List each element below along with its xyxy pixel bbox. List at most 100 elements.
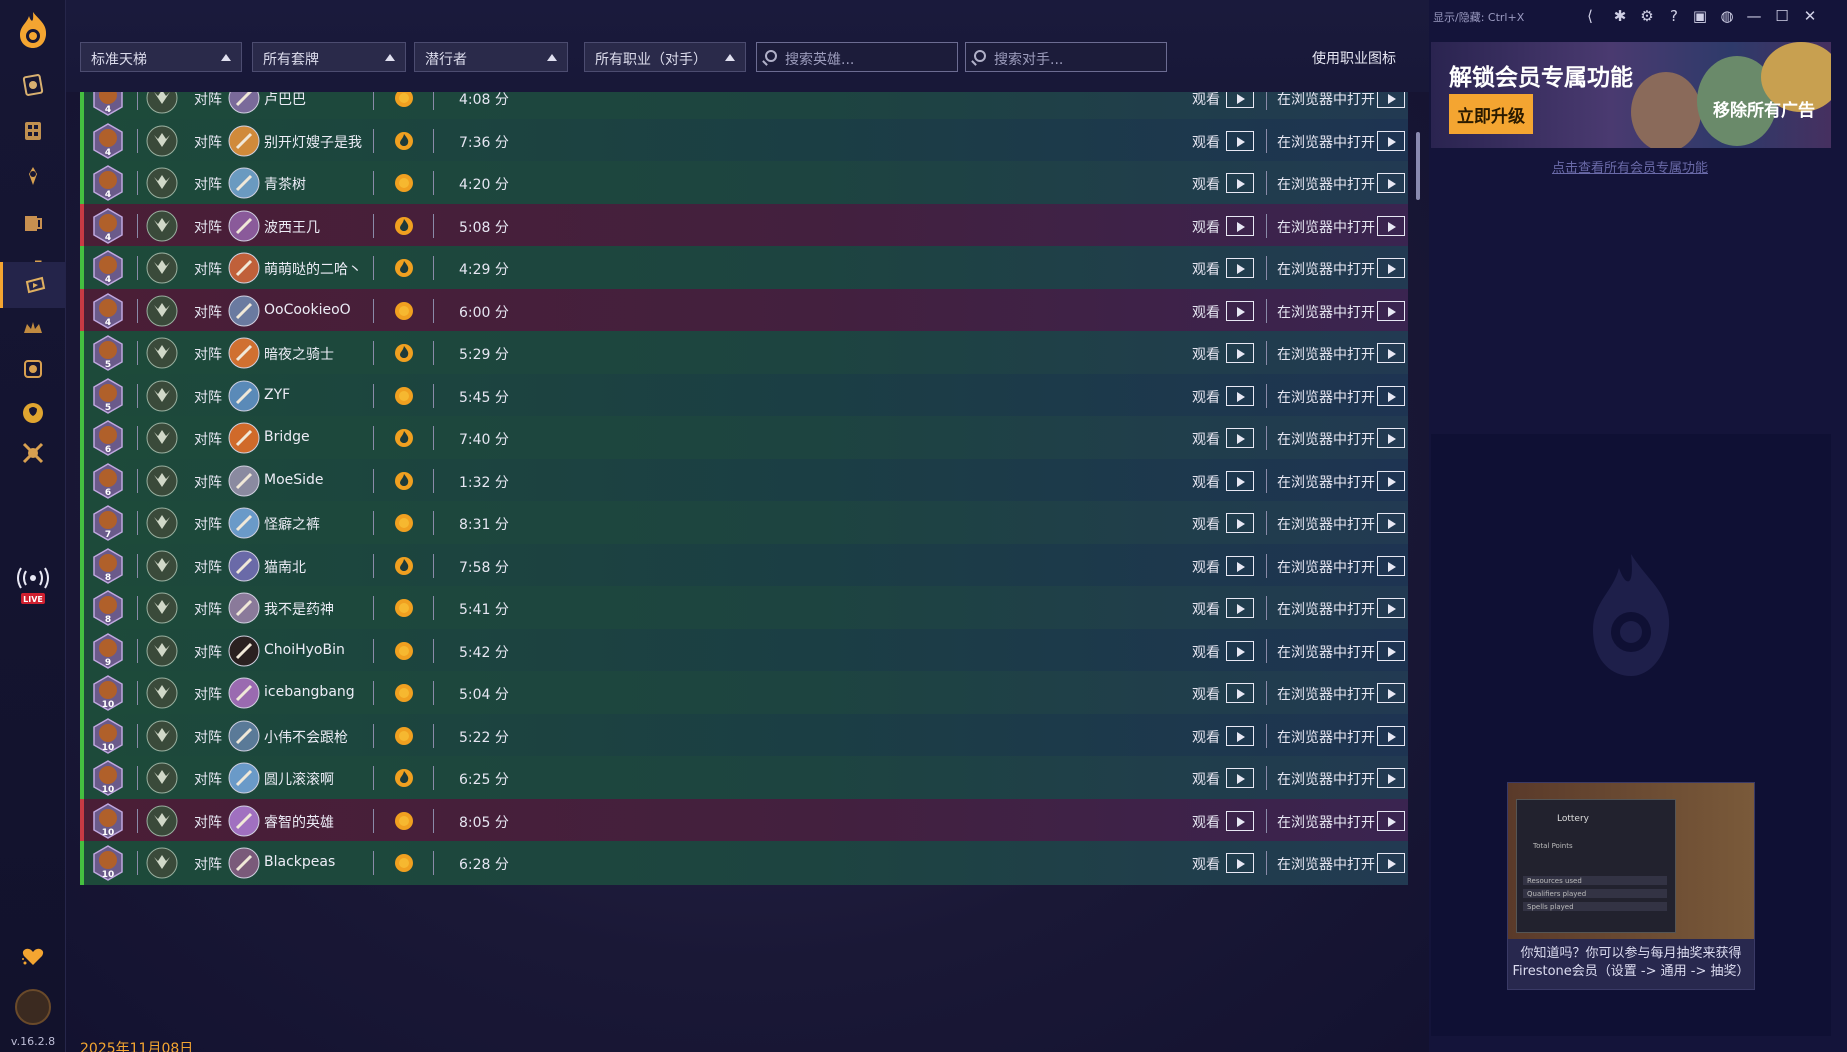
replay-row[interactable]: 4 对阵 卢巴巴 4:08 分 观看 在浏览器中打开 (80, 92, 1408, 120)
separator (373, 681, 374, 705)
replay-row[interactable]: 4 对阵 萌萌哒的二哈丶 4:29 分 观看 在浏览器中打开 (80, 246, 1408, 290)
nav-arena[interactable] (0, 200, 66, 246)
replay-row[interactable]: 8 对阵 我不是药神 5:41 分 观看 在浏览器中打开 (80, 586, 1408, 630)
replay-row[interactable]: 4 对阵 别开灯嫂子是我 7:36 分 观看 在浏览器中打开 (80, 118, 1408, 163)
open-in-browser-button[interactable] (1377, 810, 1405, 831)
open-in-browser-button[interactable] (1377, 555, 1405, 576)
went-second-icon (395, 344, 413, 362)
premium-features-link[interactable]: 点击查看所有会员专属功能 (1429, 157, 1831, 176)
open-in-browser-button[interactable] (1377, 385, 1405, 406)
live-icon[interactable]: LIVE (14, 566, 52, 606)
replay-row[interactable]: 4 对阵 波西王几 5:08 分 观看 在浏览器中打开 (80, 203, 1408, 248)
replay-row[interactable]: 10 对阵 圆儿滚滚啊 6:25 分 观看 在浏览器中打开 (80, 756, 1408, 800)
separator (433, 596, 434, 620)
open-in-browser-button[interactable] (1377, 215, 1405, 236)
watch-button[interactable] (1226, 683, 1254, 703)
watch-button[interactable] (1226, 725, 1254, 746)
open-in-browser-button[interactable] (1377, 725, 1405, 746)
help-icon[interactable]: ? (1663, 5, 1685, 27)
open-in-browser-button[interactable] (1377, 92, 1405, 108)
watch-button[interactable] (1226, 555, 1254, 576)
replay-row[interactable]: 10 对阵 Blackpeas 6:28 分 观看 在浏览器中打开 (80, 841, 1408, 885)
watch-button[interactable] (1226, 810, 1254, 831)
watch-button[interactable] (1226, 640, 1254, 661)
replay-row[interactable]: 6 对阵 MoeSide 1:32 分 观看 在浏览器中打开 (80, 458, 1408, 503)
globe-icon[interactable]: ◍ (1716, 5, 1738, 27)
watch-button[interactable] (1226, 92, 1254, 108)
minimize-icon[interactable]: — (1743, 5, 1765, 27)
upgrade-button[interactable]: 立即升级 (1449, 94, 1533, 134)
nav-achievements[interactable] (0, 154, 66, 200)
open-in-browser-button[interactable] (1377, 853, 1405, 873)
watch-button[interactable] (1226, 215, 1254, 236)
open-in-browser-button[interactable] (1377, 768, 1405, 788)
replay-row[interactable]: 5 对阵 暗夜之骑士 5:29 分 观看 在浏览器中打开 (80, 331, 1408, 375)
replay-row[interactable]: 10 对阵 小伟不会跟枪 5:22 分 观看 在浏览器中打开 (80, 713, 1408, 758)
settings-icon[interactable]: ⚙ (1636, 5, 1658, 27)
nav-mercenaries[interactable] (0, 346, 66, 392)
scrollbar[interactable] (1416, 132, 1420, 200)
watch-button[interactable] (1226, 173, 1254, 193)
open-in-browser-button[interactable] (1377, 683, 1405, 703)
open-in-browser-button[interactable] (1377, 343, 1405, 363)
search-hero-input[interactable]: 搜索英雄... (756, 42, 958, 72)
replay-row[interactable]: 4 对阵 OoCookieoO 6:00 分 观看 在浏览器中打开 (80, 288, 1408, 333)
open-in-browser-label: 在浏览器中打开 (1277, 219, 1375, 236)
replay-row[interactable]: 9 对阵 ChoiHyoBin 5:42 分 观看 在浏览器中打开 (80, 628, 1408, 673)
replay-row[interactable]: 6 对阵 Bridge 7:40 分 观看 在浏览器中打开 (80, 416, 1408, 460)
watch-button[interactable] (1226, 768, 1254, 788)
maximize-icon[interactable]: ☐ (1771, 5, 1793, 27)
open-in-browser-button[interactable] (1377, 598, 1405, 618)
watch-button[interactable] (1226, 258, 1254, 278)
user-avatar[interactable] (15, 989, 51, 1025)
open-in-browser-button[interactable] (1377, 428, 1405, 448)
nav-versus[interactable] (0, 430, 66, 476)
open-in-browser-button[interactable] (1377, 513, 1405, 533)
replay-row[interactable]: 7 对阵 怪癖之裤 8:31 分 观看 在浏览器中打开 (80, 501, 1408, 545)
separator (373, 171, 374, 195)
did-you-know-text: 你知道吗？你可以参与每月抽奖来获得 Firestone会员（设置 -> 通用 -… (1508, 945, 1754, 981)
share-icon[interactable]: ⟨ (1579, 5, 1601, 27)
discord-icon[interactable]: ▣ (1689, 5, 1711, 27)
firestone-logo-icon[interactable] (13, 10, 53, 50)
nav-replays[interactable] (0, 262, 66, 308)
watch-button[interactable] (1226, 343, 1254, 363)
close-icon[interactable]: ✕ (1799, 5, 1821, 27)
mode-dropdown[interactable]: 标准天梯 (80, 42, 242, 72)
rank-number: 4 (105, 233, 111, 243)
went-first-icon (395, 599, 413, 617)
deck-dropdown[interactable]: 所有套牌 (252, 42, 406, 72)
watch-button[interactable] (1226, 470, 1254, 491)
watch-button[interactable] (1226, 428, 1254, 448)
open-in-browser-button[interactable] (1377, 258, 1405, 278)
replay-row[interactable]: 5 对阵 ZYF 5:45 分 观看 在浏览器中打开 (80, 373, 1408, 418)
replay-row[interactable]: 10 对阵 睿智的英雄 8:05 分 观看 在浏览器中打开 (80, 798, 1408, 843)
opponent-hero-icon (228, 465, 260, 496)
nav-collection[interactable] (0, 108, 66, 154)
search-opponent-input[interactable]: 搜索对手... (965, 42, 1167, 72)
archetype-dropdown[interactable]: 潜行者 (414, 42, 568, 72)
opponent-class-dropdown[interactable]: 所有职业（对手） (584, 42, 746, 72)
watch-button[interactable] (1226, 853, 1254, 873)
game-duration: 4:29 分 (459, 262, 509, 278)
watch-button[interactable] (1226, 598, 1254, 618)
bug-icon[interactable]: ✱ (1609, 5, 1631, 27)
player-hero-icon (146, 550, 178, 581)
nav-support[interactable] (0, 933, 66, 979)
did-you-know-card[interactable]: Lottery Total Points Resources used Qual… (1507, 782, 1755, 990)
open-in-browser-button[interactable] (1377, 470, 1405, 491)
watch-button[interactable] (1226, 513, 1254, 533)
open-in-browser-button[interactable] (1377, 640, 1405, 661)
open-in-browser-button[interactable] (1377, 300, 1405, 321)
replay-row[interactable]: 10 对阵 icebangbang 5:04 分 观看 在浏览器中打开 (80, 671, 1408, 715)
replay-row[interactable]: 4 对阵 青茶树 4:20 分 观看 在浏览器中打开 (80, 161, 1408, 205)
watch-button[interactable] (1226, 300, 1254, 321)
replay-row[interactable]: 8 对阵 猫南北 7:58 分 观看 在浏览器中打开 (80, 543, 1408, 588)
open-in-browser-button[interactable] (1377, 173, 1405, 193)
watch-button[interactable] (1226, 385, 1254, 406)
nav-decks[interactable] (0, 62, 66, 108)
player-hero-icon (146, 677, 178, 709)
watch-button[interactable] (1226, 130, 1254, 151)
premium-banner[interactable]: 解锁会员专属功能 立即升级 移除所有广告 (1431, 42, 1831, 148)
open-in-browser-button[interactable] (1377, 130, 1405, 151)
